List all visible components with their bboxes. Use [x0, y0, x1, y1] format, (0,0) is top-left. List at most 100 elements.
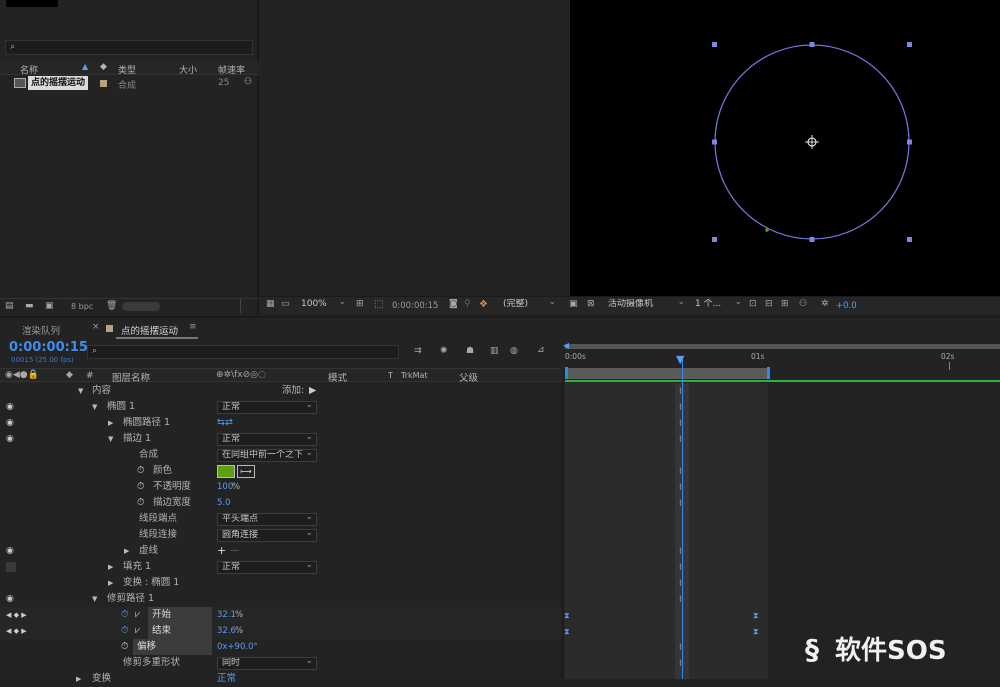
hide-shy-layers-icon[interactable]: ☗	[466, 347, 474, 356]
collapse-triangle-icon[interactable]: ▶	[124, 543, 129, 559]
expand-triangle-icon[interactable]: ▼	[92, 399, 97, 415]
column-fps[interactable]: 帧速率	[218, 63, 245, 76]
add-menu-label[interactable]: 添加:	[282, 383, 304, 399]
graph-editor-icon[interactable]: ⊿	[537, 346, 545, 355]
opacity-value[interactable]: 100	[217, 479, 233, 495]
add-dash-icon[interactable]: +	[217, 543, 226, 559]
tree-row-partial[interactable]: ▶ 变换 正常	[0, 671, 562, 687]
visibility-eye-icon[interactable]: ◉	[6, 431, 14, 447]
graph-icon[interactable]: ⩗	[135, 623, 140, 639]
region-of-interest-icon[interactable]: ▣	[569, 300, 578, 309]
tree-row-dashes[interactable]: ◉ ▶ 虚线 + —	[0, 543, 562, 559]
keyframe-navigator-icon[interactable]: ◀ ◆ ▶	[6, 607, 27, 623]
monitor-icon[interactable]: ▭	[281, 300, 290, 309]
work-area-start-handle[interactable]	[565, 367, 568, 379]
transparency-grid-icon[interactable]: ⊠	[587, 300, 595, 309]
line-cap-select[interactable]: 平头端点	[217, 513, 317, 526]
column-layer-name[interactable]: 图层名称	[112, 370, 150, 384]
work-area-end-handle[interactable]	[767, 367, 770, 379]
composite-select[interactable]: 在同组中前一个之下	[217, 449, 317, 462]
remove-dash-icon[interactable]: —	[230, 543, 240, 559]
layer-search-input[interactable]: ⌕	[87, 345, 399, 359]
tree-row-end[interactable]: ◀ ◆ ▶ ⏱ ⩗ 结束 32.6 %	[0, 623, 562, 639]
current-time[interactable]: 0:00:00:15	[9, 340, 88, 355]
column-parent[interactable]: 父级	[459, 370, 478, 384]
tree-row-start[interactable]: ◀ ◆ ▶ ⏱ ⩗ 开始 32.1 %	[0, 607, 562, 623]
graph-icon[interactable]: ⩗	[135, 607, 140, 623]
start-value[interactable]: 32.1	[217, 607, 236, 623]
stopwatch-active-icon[interactable]: ⏱	[121, 623, 128, 639]
offset-value[interactable]: 0x+90.0°	[217, 639, 258, 655]
ellipse-blend-mode[interactable]: 正常	[217, 401, 317, 414]
timeline-icon[interactable]: ⊞	[781, 300, 789, 309]
tree-row-trim-multiple[interactable]: 修剪多重形状 同时	[0, 655, 562, 671]
tree-row-trim-paths[interactable]: ◉ ▼ 修剪路径 1	[0, 591, 562, 607]
toggle-pixel-icon[interactable]: ⊡	[749, 300, 757, 309]
start-keyframe-1[interactable]: ⧗	[564, 611, 570, 621]
comp-flowchart-icon[interactable]: ⚇	[799, 300, 807, 309]
tree-row-line-cap[interactable]: 线段端点 平头端点	[0, 511, 562, 527]
column-name[interactable]: 名称	[20, 63, 38, 76]
tree-row-fill[interactable]: ▶ 填充 1 正常	[0, 559, 562, 575]
stroke-color-swatch[interactable]	[217, 465, 235, 478]
column-mode[interactable]: 模式	[328, 370, 347, 384]
comp-canvas[interactable]	[570, 0, 1000, 296]
stroke-blend-mode[interactable]: 正常	[217, 433, 317, 446]
stopwatch-icon[interactable]: ⏱	[137, 463, 144, 479]
comp-mini-flowchart-icon[interactable]: ⇉	[414, 347, 422, 356]
expand-triangle-icon[interactable]: ▼	[78, 383, 83, 399]
collapse-triangle-icon[interactable]: ▶	[108, 575, 113, 591]
exposure-value[interactable]: +0.0	[836, 301, 857, 311]
preview-icon[interactable]: ▦	[266, 300, 275, 309]
tree-row-stroke-width[interactable]: ⏱ 描边宽度 5.0	[0, 495, 562, 511]
trim-paths-name[interactable]: 修剪路径 1	[107, 591, 154, 607]
trash-icon[interactable]: 🗑	[106, 302, 117, 311]
start-keyframe-2[interactable]: ⧗	[753, 611, 759, 621]
stopwatch-icon[interactable]: ⏱	[121, 639, 128, 655]
visibility-eye-icon[interactable]: ◉	[6, 543, 14, 559]
fill-blend-mode[interactable]: 正常	[217, 561, 317, 574]
flowchart-icon[interactable]: ⚇	[244, 77, 252, 87]
project-scrollbar[interactable]	[122, 302, 160, 311]
zoom-select[interactable]: 100%	[297, 299, 349, 312]
camera-select[interactable]: 活动摄像机	[604, 299, 688, 312]
close-icon[interactable]: ×	[92, 322, 100, 332]
views-select[interactable]: 1 个...	[691, 299, 745, 312]
tree-row-line-join[interactable]: 线段连接 圆角连接	[0, 527, 562, 543]
viewer-timecode[interactable]: 0:00:00:15	[392, 301, 438, 311]
column-size[interactable]: 大小	[179, 63, 197, 76]
snapshot-camera-icon[interactable]: ◙	[449, 300, 458, 309]
show-snapshot-icon[interactable]: ⚲	[464, 300, 471, 309]
visibility-eye-off[interactable]	[6, 562, 16, 572]
tree-row-contents[interactable]: ▼ 内容 添加: ▶	[0, 383, 562, 399]
new-folder-icon[interactable]: ▬	[25, 302, 34, 311]
expand-triangle-icon[interactable]: ▼	[92, 591, 97, 607]
tree-row-offset[interactable]: ⏱ 偏移 0x+90.0°	[0, 639, 562, 655]
mask-visibility-icon[interactable]: ⬚	[374, 299, 383, 310]
tab-render-queue[interactable]: 渲染队列	[22, 323, 60, 337]
collapse-triangle-icon[interactable]: ▶	[108, 415, 113, 431]
stopwatch-icon[interactable]: ⏱	[137, 479, 144, 495]
transform-name[interactable]: 变换 : 椭圆 1	[123, 575, 179, 591]
expand-triangle-icon[interactable]: ▼	[108, 431, 113, 447]
work-area-bar[interactable]	[565, 368, 768, 379]
line-join-select[interactable]: 圆角连接	[217, 529, 317, 542]
visibility-eye-icon[interactable]: ◉	[6, 399, 14, 415]
tree-row-ellipse[interactable]: ◉ ▼ 椭圆 1 正常	[0, 399, 562, 415]
tree-row-stroke[interactable]: ◉ ▼ 描边 1 正常	[0, 431, 562, 447]
channel-icon[interactable]: ❖	[479, 299, 488, 310]
ellipse-path-name[interactable]: 椭圆路径 1	[123, 415, 170, 431]
motion-blur-icon[interactable]: ◍	[510, 347, 518, 356]
stopwatch-icon[interactable]: ⏱	[137, 495, 144, 511]
column-type[interactable]: 类型	[118, 63, 136, 76]
resolution-select[interactable]: (完整)	[499, 299, 559, 312]
ellipse-group-name[interactable]: 椭圆 1	[107, 399, 135, 415]
tree-row-ellipse-path[interactable]: ◉ ▶ 椭圆路径 1 ⇆⇄	[0, 415, 562, 431]
time-ruler[interactable]: ◀ 0:00s 01s 02s	[563, 338, 1000, 382]
draft-3d-icon[interactable]: ✺	[440, 347, 448, 356]
collapse-triangle-icon[interactable]: ▶	[108, 559, 113, 575]
project-item-row[interactable]: 点的摇摆运动 合成 25 ⚇	[0, 76, 259, 91]
trim-multiple-select[interactable]: 同时	[217, 657, 317, 670]
navigator-start-handle[interactable]: ◀	[563, 341, 569, 350]
bpc-label[interactable]: 8 bpc	[71, 302, 93, 311]
